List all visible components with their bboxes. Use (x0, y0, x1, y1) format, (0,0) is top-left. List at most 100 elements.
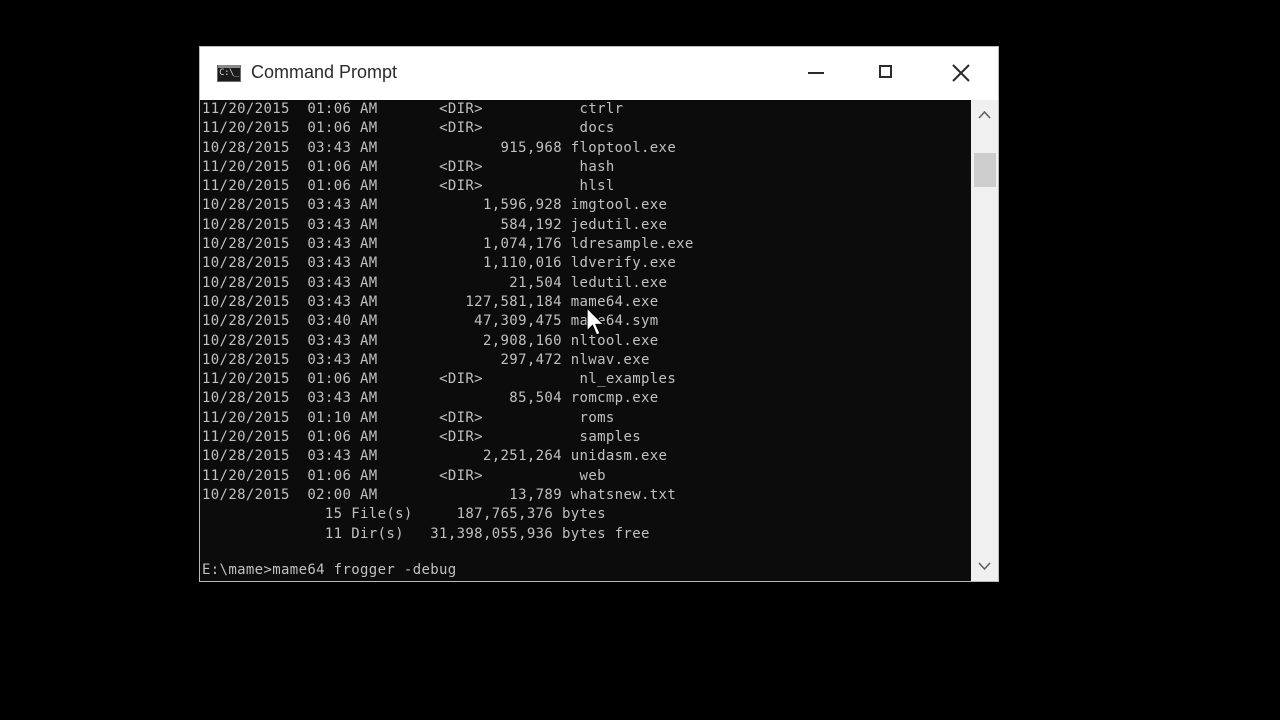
summary-amount: 187,765,376 (456, 506, 554, 523)
scrollbar-thumb[interactable] (974, 153, 996, 187)
summary-unit: bytes (561, 506, 606, 523)
entry-time: 01:06 AM (307, 101, 378, 117)
directory-listing: 11/20/2015 01:06 AM <DIR> ctrlr 11/20/201… (202, 100, 694, 544)
directory-entry: 10/28/2015 03:43 AM 1,074,176 ldresample… (202, 235, 694, 254)
summary-line: 15 File(s) 187,765,376 bytes (202, 505, 694, 524)
entry-name: ldresample.exe (570, 236, 694, 253)
directory-entry: 11/20/2015 01:06 AM <DIR> nl_examples (202, 370, 694, 389)
entry-size: 2,908,160 (482, 332, 562, 349)
directory-entry: 11/20/2015 01:06 AM <DIR> web (202, 467, 694, 486)
directory-entry: 10/28/2015 03:43 AM 21,504 ledutil.exe (202, 274, 694, 293)
entry-size: 1,110,016 (482, 255, 562, 272)
entry-size: 2,251,264 (482, 448, 562, 465)
directory-entry: 10/28/2015 03:43 AM 127,581,184 mame64.e… (202, 293, 694, 312)
entry-size: 1,596,928 (482, 197, 562, 214)
entry-date: 11/20/2015 (202, 429, 290, 446)
minimize-icon (808, 72, 824, 74)
entry-time: 03:43 AM (307, 448, 378, 465)
entry-date: 11/20/2015 (202, 178, 290, 195)
directory-entry: 11/20/2015 01:06 AM <DIR> docs (202, 119, 694, 138)
entry-time: 03:43 AM (307, 255, 378, 272)
entry-time: 03:40 AM (307, 313, 378, 330)
summary-count: 15 (324, 506, 343, 523)
entry-type: <DIR> (439, 158, 483, 175)
summary-unit: bytes free (561, 525, 650, 542)
entry-name: ldverify.exe (570, 255, 677, 272)
scroll-down-button[interactable] (971, 555, 998, 577)
entry-time: 01:06 AM (307, 158, 378, 175)
entry-name: ledutil.exe (570, 274, 668, 291)
entry-name: ctrlr (579, 101, 624, 117)
entry-size: 297,472 (500, 351, 562, 368)
entry-size: 1,074,176 (482, 236, 562, 253)
entry-date: 10/28/2015 (202, 274, 290, 291)
directory-entry: 10/28/2015 03:43 AM 2,908,160 nltool.exe (202, 332, 694, 351)
directory-entry: 11/20/2015 01:10 AM <DIR> roms (202, 409, 694, 428)
entry-name: whatsnew.txt (570, 486, 677, 503)
entry-time: 01:06 AM (307, 178, 378, 195)
entry-time: 03:43 AM (307, 197, 378, 214)
entry-size: 47,309,475 (474, 313, 562, 330)
summary-amount: 31,398,055,936 (430, 525, 554, 542)
directory-entry: 10/28/2015 02:00 AM 13,789 whatsnew.txt (202, 486, 694, 505)
entry-time: 02:00 AM (307, 486, 378, 503)
summary-count: 11 (324, 525, 343, 542)
entry-size: 127,581,184 (465, 293, 562, 310)
close-button[interactable] (941, 55, 981, 91)
entry-name: jedutil.exe (570, 216, 668, 233)
entry-size: 13,789 (509, 486, 562, 503)
prompt-path: E:\mame> (202, 562, 273, 578)
entry-date: 10/28/2015 (202, 236, 290, 253)
directory-entry: 11/20/2015 01:06 AM <DIR> samples (202, 428, 694, 447)
entry-name: docs (579, 120, 615, 137)
directory-entry: 11/20/2015 01:06 AM <DIR> hlsl (202, 177, 694, 196)
entry-time: 03:43 AM (307, 216, 378, 233)
entry-date: 11/20/2015 (202, 409, 290, 426)
entry-date: 10/28/2015 (202, 313, 290, 330)
entry-name: nl_examples (579, 371, 677, 388)
entry-name: nlwav.exe (570, 351, 650, 368)
entry-date: 10/28/2015 (202, 216, 290, 233)
directory-entry: 10/28/2015 03:43 AM 584,192 jedutil.exe (202, 216, 694, 235)
command-prompt-app-icon[interactable]: C:\_ (217, 65, 241, 82)
entry-date: 11/20/2015 (202, 101, 290, 117)
entry-type: <DIR> (439, 101, 483, 117)
vertical-scrollbar[interactable] (971, 100, 998, 581)
entry-size: 85,504 (509, 390, 562, 407)
entry-time: 03:43 AM (307, 351, 378, 368)
entry-size: 915,968 (500, 139, 562, 156)
directory-entry: 10/28/2015 03:43 AM 915,968 floptool.exe (202, 139, 694, 158)
console-output-area[interactable]: 11/20/2015 01:06 AM <DIR> ctrlr 11/20/201… (200, 100, 971, 581)
directory-entry: 11/20/2015 01:06 AM <DIR> ctrlr (202, 100, 694, 119)
close-icon (952, 64, 970, 82)
entry-time: 01:10 AM (307, 409, 378, 426)
entry-date: 11/20/2015 (202, 120, 290, 137)
directory-entry: 10/28/2015 03:43 AM 85,504 romcmp.exe (202, 389, 694, 408)
scroll-up-button[interactable] (971, 104, 998, 126)
entry-date: 11/20/2015 (202, 158, 290, 175)
entry-date: 10/28/2015 (202, 139, 290, 156)
entry-time: 01:06 AM (307, 371, 378, 388)
entry-time: 01:06 AM (307, 429, 378, 446)
entry-name: imgtool.exe (570, 197, 668, 214)
title-bar[interactable]: C:\_ Command Prompt (200, 47, 998, 100)
command-input[interactable]: mame64 frogger -debug (272, 562, 456, 578)
entry-time: 03:43 AM (307, 274, 378, 291)
scroll-up-arrow-icon (978, 110, 991, 119)
directory-entry: 10/28/2015 03:40 AM 47,309,475 mame64.sy… (202, 312, 694, 331)
directory-entry: 10/28/2015 03:43 AM 297,472 nlwav.exe (202, 351, 694, 370)
entry-type: <DIR> (439, 429, 483, 446)
entry-type: <DIR> (439, 120, 483, 137)
command-line[interactable]: E:\mame>mame64 frogger -debug (202, 561, 457, 580)
entry-time: 03:43 AM (307, 139, 378, 156)
directory-entry: 10/28/2015 03:43 AM 2,251,264 unidasm.ex… (202, 447, 694, 466)
entry-type: <DIR> (439, 178, 483, 195)
entry-date: 11/20/2015 (202, 371, 290, 388)
entry-name: roms (579, 409, 615, 426)
entry-name: unidasm.exe (570, 448, 668, 465)
entry-time: 03:43 AM (307, 293, 378, 310)
maximize-button[interactable] (867, 55, 907, 91)
summary-label: Dir(s) (351, 525, 404, 542)
entry-name: samples (579, 429, 641, 446)
minimize-button[interactable] (797, 55, 837, 91)
